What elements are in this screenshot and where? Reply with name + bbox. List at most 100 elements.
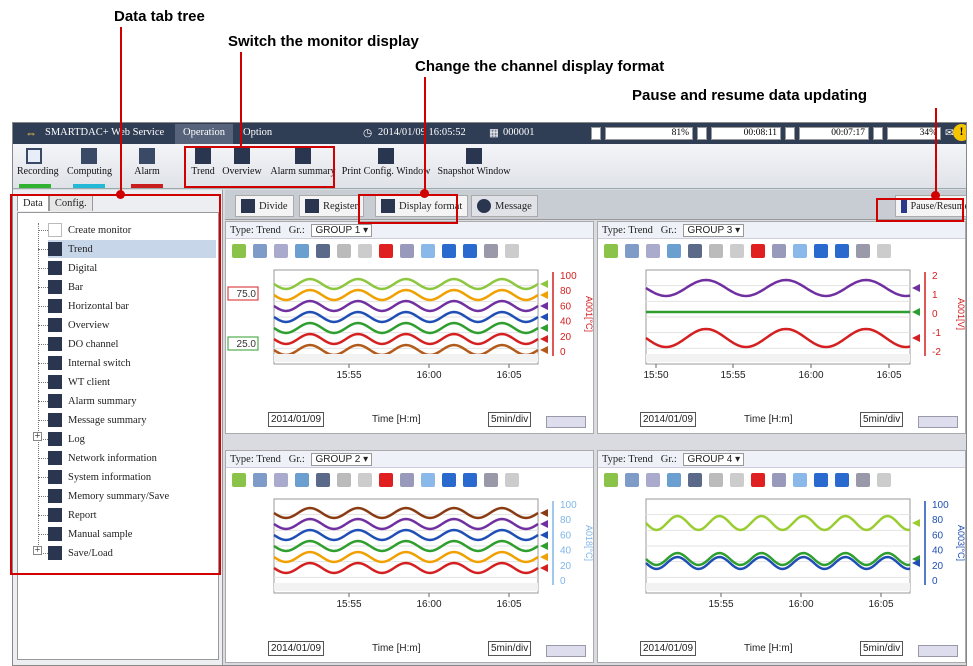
- chart-tool-icon[interactable]: [877, 244, 891, 258]
- channel-unit-label: A001[V]: [956, 298, 965, 330]
- chart-tool-icon[interactable]: [751, 244, 765, 258]
- chart-tool-icon[interactable]: [877, 473, 891, 487]
- time-tick-label: 15:55: [720, 370, 745, 381]
- chart-tool-icon[interactable]: [604, 244, 618, 258]
- chart-tool-icon[interactable]: [625, 473, 639, 487]
- time-tick-label: 16:00: [788, 599, 813, 610]
- chart-tool-icon[interactable]: [337, 244, 351, 258]
- chart-tool-icon[interactable]: [484, 244, 498, 258]
- media-time: 00:07:17: [799, 127, 869, 140]
- time-scrollbar[interactable]: [546, 645, 586, 657]
- div-box[interactable]: 5min/div: [488, 641, 532, 656]
- recording-indicator: [19, 184, 51, 188]
- time-tick-label: 16:00: [416, 599, 441, 610]
- div-box[interactable]: 5min/div: [860, 412, 904, 427]
- chart-tool-icon[interactable]: [604, 473, 618, 487]
- chart-tool-icon[interactable]: [295, 473, 309, 487]
- panel-header: Type: Trend Gr.: GROUP 2 ▾: [226, 451, 593, 468]
- chart-tool-icon[interactable]: [421, 244, 435, 258]
- chart-tool-icon[interactable]: [709, 473, 723, 487]
- highlight-pause: [876, 198, 964, 222]
- chart-tool-icon[interactable]: [337, 473, 351, 487]
- chart-tool-icon[interactable]: [400, 244, 414, 258]
- panel-toolbar: [598, 239, 965, 263]
- date-box[interactable]: 2014/01/09: [640, 641, 697, 656]
- chart-tool-icon[interactable]: [295, 244, 309, 258]
- chart-tool-icon[interactable]: [379, 473, 393, 487]
- chart-tool-icon[interactable]: [253, 473, 267, 487]
- div-box[interactable]: 5min/div: [488, 412, 532, 427]
- chart-tool-icon[interactable]: [730, 244, 744, 258]
- chart-tool-icon[interactable]: [730, 473, 744, 487]
- chart-tool-icon[interactable]: [358, 473, 372, 487]
- chart-tool-icon[interactable]: [463, 244, 477, 258]
- chart-tool-icon[interactable]: [442, 473, 456, 487]
- chart-tool-icon[interactable]: [505, 244, 519, 258]
- print-config-button[interactable]: Print Config. Window: [341, 148, 431, 177]
- chart-tool-icon[interactable]: [463, 473, 477, 487]
- alarm-button[interactable]: Alarm: [129, 148, 165, 177]
- chart-tool-icon[interactable]: [793, 473, 807, 487]
- time-scrollbar[interactable]: [918, 416, 958, 428]
- chart-tool-icon[interactable]: [772, 473, 786, 487]
- chart-tool-icon[interactable]: [814, 473, 828, 487]
- group-select[interactable]: GROUP 2 ▾: [311, 453, 373, 466]
- message-button[interactable]: Message: [471, 195, 538, 217]
- print-config-label: Print Config. Window: [341, 166, 431, 177]
- date-box[interactable]: 2014/01/09: [268, 412, 325, 427]
- menu-tab-operation[interactable]: Operation: [175, 124, 233, 144]
- scale-tick-label: 100: [560, 500, 577, 511]
- group-select[interactable]: GROUP 4 ▾: [683, 453, 745, 466]
- time-tick-label: 16:05: [496, 599, 521, 610]
- chart-tool-icon[interactable]: [232, 473, 246, 487]
- chart-tool-icon[interactable]: [505, 473, 519, 487]
- message-label: Message: [495, 200, 532, 212]
- chart-tool-icon[interactable]: [667, 473, 681, 487]
- computing-button[interactable]: Computing: [67, 148, 112, 177]
- chart-tool-icon[interactable]: [646, 473, 660, 487]
- chart-tool-icon[interactable]: [856, 473, 870, 487]
- chart-tool-icon[interactable]: [274, 244, 288, 258]
- chart-tool-icon[interactable]: [232, 244, 246, 258]
- chart-tool-icon[interactable]: [400, 473, 414, 487]
- div-box[interactable]: 5min/div: [860, 641, 904, 656]
- chart-tool-icon[interactable]: [442, 244, 456, 258]
- chart-tool-icon[interactable]: [625, 244, 639, 258]
- chart-tool-icon[interactable]: [814, 244, 828, 258]
- time-scrollbar[interactable]: [918, 645, 958, 657]
- chart-tool-icon[interactable]: [646, 244, 660, 258]
- chart-tool-icon[interactable]: [751, 473, 765, 487]
- scale-tick-label: 40: [560, 317, 572, 328]
- chart-tool-icon[interactable]: [688, 473, 702, 487]
- chart-tool-icon[interactable]: [772, 244, 786, 258]
- chart-tool-icon[interactable]: [421, 473, 435, 487]
- series-marker: [540, 564, 548, 572]
- date-box[interactable]: 2014/01/09: [640, 412, 697, 427]
- chart-tool-icon[interactable]: [379, 244, 393, 258]
- scale-tick-label: -1: [932, 328, 941, 339]
- chart-tool-icon[interactable]: [667, 244, 681, 258]
- chart-tool-icon[interactable]: [316, 473, 330, 487]
- time-axis-label: Time [H:m]: [744, 643, 793, 654]
- chart-tool-icon[interactable]: [835, 473, 849, 487]
- chart-tool-icon[interactable]: [793, 244, 807, 258]
- chart-tool-icon[interactable]: [316, 244, 330, 258]
- chart-tool-icon[interactable]: [688, 244, 702, 258]
- date-box[interactable]: 2014/01/09: [268, 641, 325, 656]
- chart-tool-icon[interactable]: [709, 244, 723, 258]
- chart-tool-icon[interactable]: [835, 244, 849, 258]
- dot-tree: [116, 190, 125, 199]
- time-scrollbar[interactable]: [546, 416, 586, 428]
- group-select[interactable]: GROUP 1 ▾: [311, 224, 373, 237]
- recording-button[interactable]: Recording: [17, 148, 59, 177]
- chart-tool-icon[interactable]: [484, 473, 498, 487]
- snapshot-button[interactable]: Snapshot Window: [433, 148, 515, 177]
- divide-button[interactable]: Divide: [235, 195, 294, 217]
- warning-icon[interactable]: !: [953, 124, 966, 141]
- chart-tool-icon[interactable]: [274, 473, 288, 487]
- register-button[interactable]: Register: [299, 195, 364, 217]
- chart-tool-icon[interactable]: [856, 244, 870, 258]
- chart-tool-icon[interactable]: [358, 244, 372, 258]
- group-select[interactable]: GROUP 3 ▾: [683, 224, 745, 237]
- chart-tool-icon[interactable]: [253, 244, 267, 258]
